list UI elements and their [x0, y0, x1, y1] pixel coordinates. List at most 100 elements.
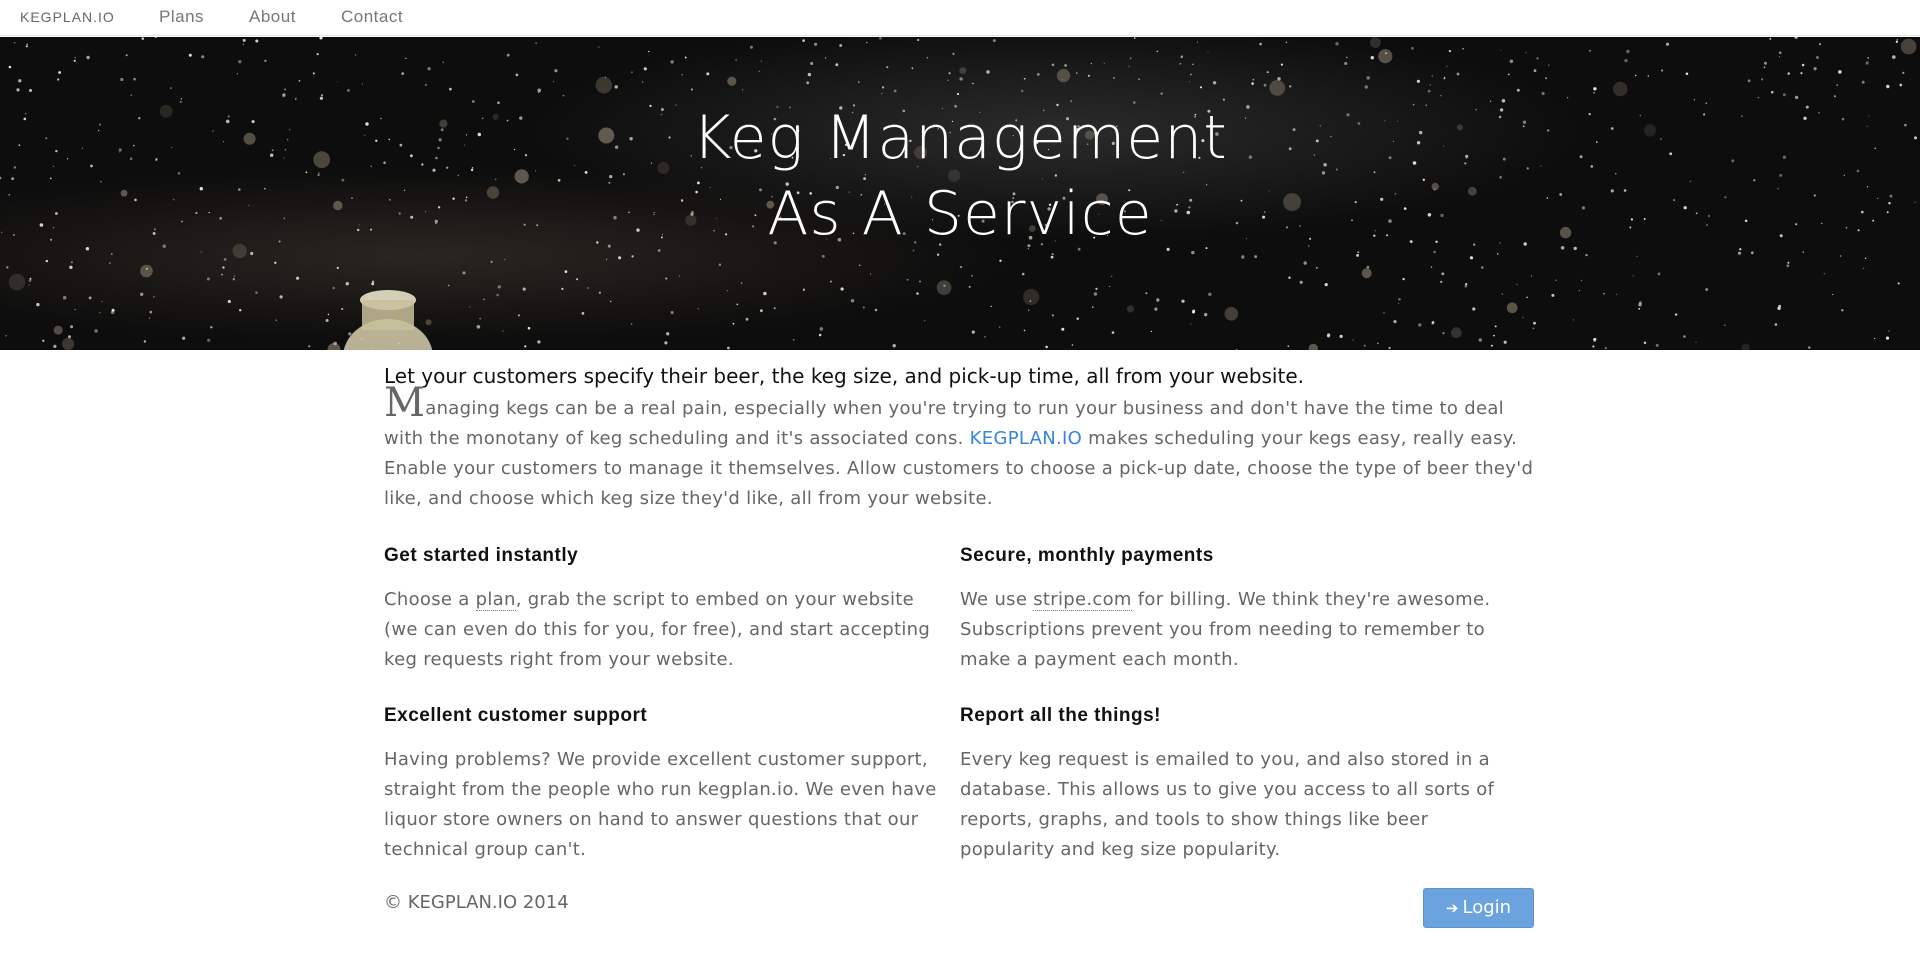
- star-dot: [1478, 338, 1483, 342]
- star-dot: [1747, 79, 1751, 83]
- star-dot: [70, 261, 73, 264]
- star-dot: [227, 299, 231, 304]
- star-dot: [242, 43, 245, 46]
- star-dot: [735, 59, 737, 61]
- star-dot: [1897, 282, 1900, 285]
- star-dot: [130, 94, 133, 97]
- star-dot: [1506, 302, 1518, 314]
- star-dot: [1593, 91, 1595, 94]
- star-dot: [1259, 42, 1262, 46]
- star-dot: [133, 77, 137, 81]
- star-dot: [371, 282, 375, 286]
- star-dot: [236, 73, 239, 75]
- star-dot: [919, 280, 921, 283]
- star-dot: [706, 72, 710, 76]
- star-dot: [1865, 61, 1869, 65]
- star-dot: [1287, 345, 1290, 348]
- star-dot: [1378, 49, 1393, 64]
- star-dot: [1095, 287, 1098, 290]
- star-dot: [1490, 344, 1493, 347]
- star-dot: [522, 287, 526, 291]
- star-dot: [279, 295, 283, 299]
- star-dot: [295, 97, 297, 99]
- star-dot: [497, 285, 501, 289]
- star-dot: [1431, 322, 1435, 325]
- star-dot: [341, 307, 344, 311]
- star-dot: [999, 259, 1002, 262]
- star-dot: [1861, 80, 1865, 84]
- star-dot: [1823, 273, 1825, 275]
- star-dot: [25, 45, 28, 48]
- star-dot: [346, 88, 350, 92]
- star-dot: [1496, 253, 1499, 255]
- nav-item-about[interactable]: About: [249, 7, 296, 27]
- star-dot: [26, 43, 29, 46]
- star-dot: [1023, 329, 1026, 332]
- star-dot: [42, 339, 45, 342]
- star-dot: [1045, 345, 1048, 349]
- nav-item-plans[interactable]: Plans: [159, 7, 204, 27]
- star-dot: [806, 81, 810, 85]
- star-dot: [1839, 255, 1842, 257]
- star-dot: [1778, 56, 1780, 58]
- drop-cap: M: [384, 380, 426, 426]
- star-dot: [1384, 52, 1387, 55]
- star-dot: [1503, 340, 1507, 344]
- star-dot: [1103, 62, 1105, 64]
- hero-title-line2: As A Service: [767, 179, 1153, 249]
- stripe-link[interactable]: stripe.com: [1033, 589, 1132, 611]
- star-dot: [1269, 80, 1286, 96]
- star-dot: [1900, 38, 1917, 55]
- star-dot: [1402, 277, 1405, 281]
- star-dot: [58, 71, 61, 74]
- star-dot: [537, 88, 541, 93]
- star-dot: [1344, 62, 1348, 65]
- star-dot: [916, 292, 919, 295]
- star-dot: [238, 60, 242, 64]
- brand-link[interactable]: KEGPLAN.IO: [20, 9, 115, 25]
- star-dot: [999, 326, 1001, 328]
- login-button[interactable]: ➔ Login: [1423, 888, 1534, 928]
- star-dot: [665, 277, 668, 280]
- star-dot: [1655, 343, 1659, 347]
- star-dot: [564, 270, 568, 273]
- star-dot: [870, 273, 872, 275]
- star-dot: [1111, 331, 1115, 334]
- star-dot: [1613, 81, 1628, 97]
- star-dot: [201, 55, 205, 59]
- star-dot: [284, 88, 286, 91]
- star-dot: [598, 46, 600, 48]
- star-dot: [188, 53, 192, 57]
- star-dot: [824, 57, 827, 59]
- star-dot: [1366, 265, 1370, 269]
- star-dot: [1604, 346, 1608, 350]
- nav-item-contact[interactable]: Contact: [341, 7, 403, 27]
- star-dot: [1778, 51, 1782, 54]
- star-dot: [1724, 324, 1726, 326]
- feature-payments: Secure, monthly payments We use stripe.c…: [960, 545, 1525, 675]
- star-dot: [631, 71, 633, 74]
- star-dot: [476, 325, 481, 329]
- star-dot: [1364, 85, 1369, 89]
- plan-link[interactable]: plan: [475, 589, 516, 611]
- star-dot: [1761, 78, 1764, 81]
- star-dot: [839, 44, 843, 47]
- star-dot: [1207, 52, 1209, 54]
- star-dot: [1501, 293, 1504, 295]
- star-dot: [892, 344, 896, 348]
- star-dot: [140, 292, 144, 296]
- star-dot: [223, 258, 227, 261]
- star-dot: [1888, 330, 1890, 332]
- kegplan-link[interactable]: KEGPLAN.IO: [970, 428, 1082, 449]
- star-dot: [631, 255, 634, 258]
- feature-title: Report all the things!: [960, 705, 1161, 726]
- star-dot: [424, 83, 428, 87]
- star-dot: [1522, 316, 1524, 319]
- star-dot: [773, 307, 776, 310]
- star-dot: [1076, 317, 1079, 320]
- star-dot: [561, 287, 564, 290]
- star-dot: [807, 72, 812, 77]
- star-dot: [643, 67, 647, 71]
- star-dot: [587, 287, 589, 289]
- star-dot: [5, 334, 7, 337]
